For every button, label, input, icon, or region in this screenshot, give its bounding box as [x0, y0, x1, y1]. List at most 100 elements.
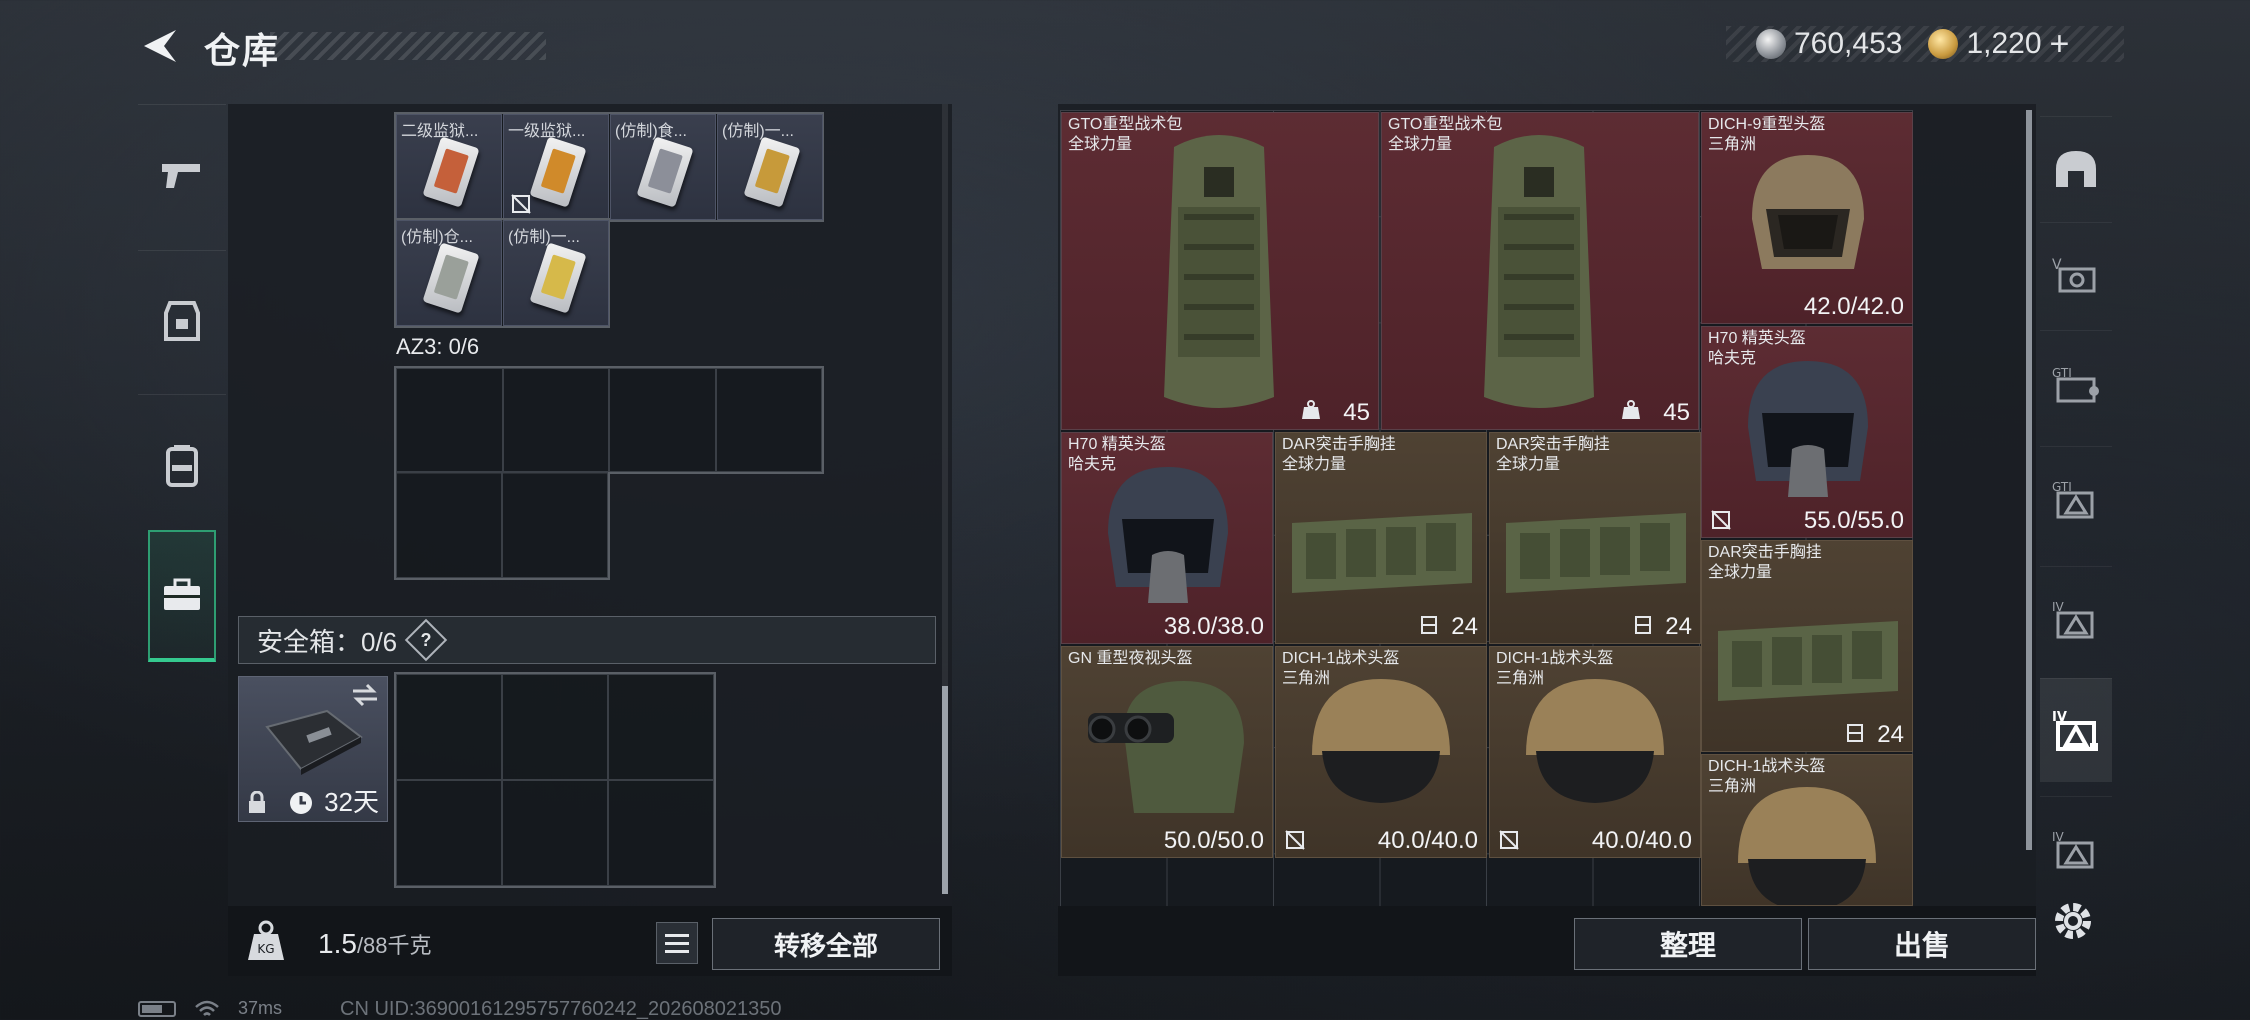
stash-item-h70-helmet-1[interactable]: H70 精英头盔 哈夫克 55.0/55.0	[1701, 326, 1913, 538]
tab-toolbox[interactable]	[148, 530, 216, 662]
item-capacity: 45	[1663, 399, 1690, 426]
backpack-icon	[1164, 135, 1274, 408]
tab-armor[interactable]	[138, 250, 226, 390]
help-icon: ?	[420, 629, 432, 650]
item-durability: 42.0/42.0	[1803, 293, 1904, 320]
chest-rig-icon	[1292, 513, 1472, 593]
key-label: 一级监狱...	[508, 123, 586, 140]
item-durability: 38.0/38.0	[1163, 613, 1264, 640]
stash-item-dich9-helmet[interactable]: DICH-9重型头盔 三角洲 42.0/42.0	[1701, 112, 1913, 324]
no-trade-icon	[1711, 510, 1731, 530]
item-name: DAR突击手胸挂 全球力量	[1496, 436, 1610, 473]
stash-tab-1[interactable]	[2040, 116, 2112, 220]
keycard-icon	[636, 136, 694, 208]
currency-bar: 760,453 1,220 +	[1726, 25, 2124, 64]
weight-icon: KG	[248, 920, 284, 960]
help-button[interactable]: ?	[404, 618, 448, 662]
stash-item-dich1-helmet-3[interactable]: DICH-1战术头盔 三角洲	[1701, 754, 1913, 906]
key-slot-6[interactable]: (仿制)一...	[503, 220, 609, 326]
item-name: DAR突击手胸挂 全球力量	[1708, 544, 1822, 581]
capacity-icon	[1622, 400, 1640, 419]
stash-tab-4[interactable]: GTI	[2040, 446, 2112, 550]
tab-backpack[interactable]	[138, 394, 226, 534]
stash-iv-active-icon: IV	[2052, 710, 2098, 751]
status-bar: 37ms	[138, 998, 282, 1019]
stash-tab-2[interactable]: V	[2040, 222, 2112, 326]
stash-iv-icon: IV	[2052, 600, 2094, 638]
safebox-grid[interactable]	[394, 672, 716, 888]
silver-amount: 760,453	[1794, 27, 1903, 60]
az3-grid[interactable]	[394, 366, 824, 474]
stash-item-gto-backpack-2[interactable]: GTO重型战术包 全球力量 45	[1381, 112, 1699, 430]
stash-gti-triangle-icon: GTI	[2052, 480, 2094, 518]
helmet-icon	[1526, 679, 1664, 803]
key-slot-3[interactable]: (仿制)食...	[610, 114, 716, 220]
item-capacity: 24	[1451, 613, 1478, 640]
item-durability: 50.0/50.0	[1163, 827, 1264, 854]
stash-item-dar-rig-1[interactable]: DAR突击手胸挂 全球力量 24	[1275, 432, 1487, 644]
ping-text: 37ms	[238, 998, 283, 1018]
keycard-icon	[422, 242, 480, 314]
title-decoration	[270, 32, 546, 60]
stash-item-dar-rig-3[interactable]: DAR突击手胸挂 全球力量 24	[1701, 540, 1913, 752]
key-slot-5[interactable]: (仿制)仓...	[396, 220, 502, 326]
no-trade-icon	[511, 194, 531, 214]
stash-arch-icon	[2056, 150, 2096, 187]
uid-text: CN UID:36900161295757760242_202608021350	[340, 998, 782, 1020]
clock-icon	[290, 792, 312, 814]
key-label: (仿制)一...	[722, 123, 794, 140]
page-title: 仓库	[204, 30, 281, 71]
safebox-header: 安全箱：0/6 ?	[238, 616, 936, 664]
stash-item-gn-nv-helmet[interactable]: GN 重型夜视头盔 50.0/50.0	[1061, 646, 1273, 858]
backpack-icon	[1484, 135, 1594, 408]
item-durability: 40.0/40.0	[1591, 827, 1692, 854]
gold-amount: 1,220	[1966, 27, 2042, 60]
stash-tab-6[interactable]: IV	[2040, 678, 2112, 782]
key-label: (仿制)仓...	[401, 229, 473, 246]
weight-current: 1.5	[318, 928, 357, 959]
tab-weapons[interactable]	[138, 104, 226, 244]
stash-iv-2-icon: IV	[2052, 830, 2094, 868]
stash-scroll-thumb[interactable]	[2026, 110, 2032, 850]
safebox-duration: 32天	[324, 787, 379, 817]
chest-rig-icon	[1718, 621, 1898, 701]
add-currency-button[interactable]: +	[2050, 25, 2070, 64]
gear-icon[interactable]	[2050, 898, 2096, 944]
item-name: DAR突击手胸挂 全球力量	[1282, 436, 1396, 473]
key-slot-4[interactable]: (仿制)一...	[717, 114, 823, 220]
stash-tab-5[interactable]: IV	[2040, 566, 2112, 670]
backpack-icon	[166, 444, 198, 487]
stash-tab-7[interactable]: IV	[2040, 796, 2112, 900]
sort-button[interactable]: 整理	[1574, 918, 1802, 970]
key-slot-2[interactable]: 一级监狱...	[503, 114, 609, 220]
stash-item-dich1-helmet-1[interactable]: DICH-1战术头盔 三角洲 40.0/40.0	[1275, 646, 1487, 858]
wifi-icon	[195, 1000, 219, 1016]
helmet-icon	[1108, 467, 1228, 603]
pistol-icon	[162, 163, 200, 188]
armor-vest-icon	[164, 300, 200, 341]
stash-item-dar-rig-2[interactable]: DAR突击手胸挂 全球力量 24	[1489, 432, 1701, 644]
no-trade-icon	[1285, 830, 1305, 850]
capacity-icon	[1847, 724, 1863, 742]
loadout-scroll-thumb[interactable]	[942, 686, 948, 894]
item-capacity: 45	[1343, 399, 1370, 426]
stash-tab-3[interactable]: GTI	[2040, 330, 2112, 434]
safebox-case-item[interactable]: 32天	[238, 676, 388, 822]
transfer-all-button[interactable]: 转移全部	[712, 918, 940, 970]
stash-item-h70-helmet-2[interactable]: H70 精英头盔 哈夫克 38.0/38.0	[1061, 432, 1273, 644]
stash-v-icon: V	[2052, 257, 2096, 292]
key-slot-1[interactable]: 二级监狱...	[396, 114, 502, 220]
item-durability: 55.0/55.0	[1803, 507, 1904, 534]
az3-grid-row2[interactable]	[394, 472, 610, 580]
stash-item-dich1-helmet-2[interactable]: DICH-1战术头盔 三角洲 40.0/40.0	[1489, 646, 1701, 858]
item-name: GN 重型夜视头盔	[1068, 650, 1193, 667]
swap-arrows-icon[interactable]	[351, 683, 379, 707]
list-view-button[interactable]	[656, 922, 698, 964]
back-arrow-icon[interactable]	[138, 26, 180, 66]
weight-max: /88千克	[356, 933, 432, 958]
sell-button[interactable]: 出售	[1808, 918, 2036, 970]
stash-item-gto-backpack-1[interactable]: GTO重型战术包 全球力量 45	[1061, 112, 1379, 430]
key-label: (仿制)一...	[508, 229, 580, 246]
helmet-icon	[1738, 787, 1876, 905]
key-label: (仿制)食...	[615, 123, 687, 140]
